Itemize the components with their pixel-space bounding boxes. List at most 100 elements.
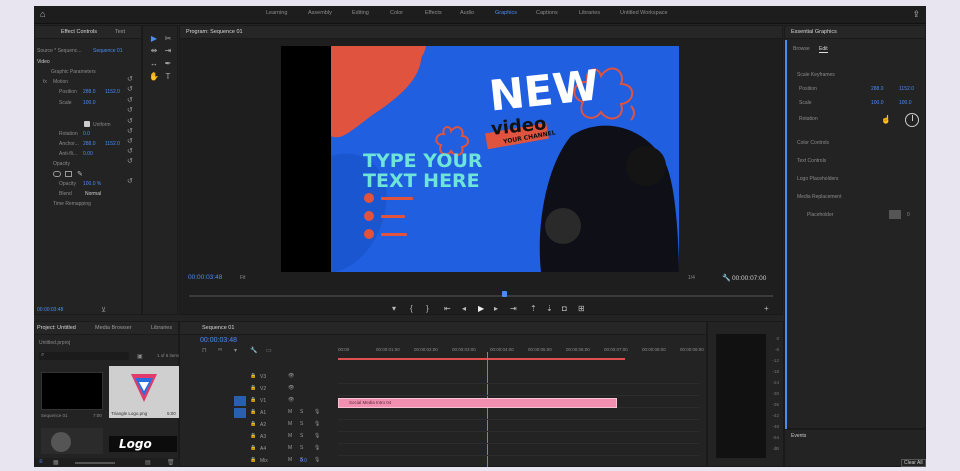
workspace-captions[interactable]: Captions [536,10,558,16]
media-thumbnail[interactable] [41,428,103,454]
fit-select[interactable]: Fit [240,275,246,281]
go-to-out-icon[interactable]: ⇥ [510,304,517,313]
mute-icon[interactable]: M [288,421,292,427]
mute-icon[interactable]: M [288,433,292,439]
anchor-x-value[interactable]: 288.0 [83,141,96,147]
program-tab[interactable]: Program: Sequence 01 [186,29,243,35]
media-replacement-section[interactable]: Media Replacement [797,194,841,200]
reset-icon[interactable]: ↺ [127,85,133,93]
reset-icon[interactable]: ↺ [127,127,133,135]
mic-icon[interactable]: 🎙 [314,409,320,415]
extract-icon[interactable]: ⇣ [546,304,553,313]
home-icon[interactable]: ⌂ [40,9,50,19]
tab-browse[interactable]: Browse [793,46,810,52]
slip-tool-icon[interactable]: ↔ [149,59,159,68]
rectangle-mask-icon[interactable] [65,171,72,177]
linked-selection-icon[interactable]: ∞ [218,347,222,353]
pen-mask-icon[interactable]: ✎ [77,170,83,178]
tab-libraries[interactable]: Libraries [151,325,172,331]
trash-icon[interactable]: 🗑 [167,459,175,466]
reset-icon[interactable]: ↺ [127,177,133,185]
hand-tool-icon[interactable]: ✋ [149,72,159,81]
type-tool-icon[interactable]: T [163,72,173,81]
source-patch[interactable] [234,396,246,406]
reset-icon[interactable]: ↺ [127,147,133,155]
comparison-icon[interactable]: ⊞ [578,304,585,313]
filter-icon[interactable]: ⊻ [101,306,106,314]
workspace-editing[interactable]: Editing [352,10,369,16]
track-label[interactable]: A1 [260,410,266,416]
opacity-section[interactable]: Opacity [53,161,70,167]
track-label[interactable]: A4 [260,446,266,452]
mute-icon[interactable]: M [288,445,292,451]
rotation-value[interactable]: 0.0 [83,131,90,137]
mark-out-icon[interactable]: } [426,304,429,313]
ellipse-mask-icon[interactable] [53,171,61,177]
tab-edit[interactable]: Edit [819,46,828,53]
lock-icon[interactable]: 🔒 [250,397,256,403]
sequence-thumbnail[interactable] [41,372,103,410]
track-label[interactable]: V2 [260,386,266,392]
tab-project[interactable]: Project: Untitled [37,325,76,331]
source-label[interactable]: Source * Sequenc... [37,48,81,54]
mark-in-icon[interactable]: { [410,304,413,313]
track-label[interactable]: A3 [260,434,266,440]
solo-icon[interactable]: S [300,445,303,451]
folder-icon[interactable]: ▣ [137,353,143,360]
ripple-edit-icon[interactable]: ⇹ [149,46,159,55]
eye-icon[interactable]: 👁 [288,397,294,403]
timeline-clip[interactable]: Social Media Intro 04 [338,398,617,408]
logo-card[interactable]: Logo [109,436,177,452]
time-remapping[interactable]: Time Remapping [53,201,91,207]
source-patch[interactable] [234,408,246,418]
track-label[interactable]: Mix [260,458,268,464]
antiflicker-value[interactable]: 0.00 [83,151,93,157]
text-controls-section[interactable]: Text Controls [797,158,826,164]
scrub-bar[interactable] [189,295,773,297]
go-to-in-icon[interactable]: ⇤ [444,304,451,313]
reset-icon[interactable]: ↺ [127,75,133,83]
sequence-label[interactable]: Sequence 01 [93,48,122,54]
logo-placeholders-section[interactable]: Logo Placeholders [797,176,838,182]
lock-icon[interactable]: 🔒 [250,457,256,463]
solo-icon[interactable]: S [300,409,303,415]
reset-icon[interactable]: ↺ [127,96,133,104]
workspace-audio[interactable]: Audio [460,10,474,16]
workspace-color[interactable]: Color [390,10,403,16]
tab-text[interactable]: Text [115,29,125,35]
work-area-bar[interactable] [338,358,625,360]
resolution-select[interactable]: 1/4 [688,275,695,281]
playhead-marker[interactable] [502,291,507,297]
play-icon[interactable]: ▶ [478,304,484,313]
eg-position-y[interactable]: 1152.0 [899,86,914,92]
mic-icon[interactable]: 🎙 [314,457,320,463]
project-search-input[interactable]: ⌕ [39,352,129,360]
opacity-value[interactable]: 100.0 % [83,181,101,187]
workspace-untitled[interactable]: Untitled Workspace [620,10,668,16]
tab-sequence[interactable]: Sequence 01 [202,325,234,331]
eg-scale-x[interactable]: 100.0 [871,100,884,106]
blend-mode-select[interactable]: Normal [85,191,101,197]
position-y-value[interactable]: 1152.0 [105,89,120,95]
rotation-dial[interactable] [905,113,919,127]
wrench-icon[interactable]: 🔧 [722,274,731,282]
sequence-item-name[interactable]: Sequence 01 [41,413,68,418]
zoom-slider[interactable] [75,462,115,464]
step-back-icon[interactable]: ◂ [462,304,466,313]
razor-icon[interactable]: ✂ [163,34,173,43]
captions-icon[interactable]: ▭ [266,347,272,354]
uniform-checkbox[interactable] [84,121,90,127]
new-bin-icon[interactable]: ▤ [145,459,151,466]
camera-icon[interactable]: ◘ [562,304,567,313]
logo-item-name[interactable]: Triangle Logo.png [111,411,147,416]
track-label[interactable]: V3 [260,374,266,380]
lock-icon[interactable]: 🔒 [250,421,256,427]
essential-graphics-title[interactable]: Essential Graphics [791,29,837,35]
tab-effect-controls[interactable]: Effect Controls [61,29,97,35]
solo-icon[interactable]: S [300,433,303,439]
graphic-parameters[interactable]: Graphic Parameters [51,69,96,75]
events-title[interactable]: Events [791,433,806,439]
lock-icon[interactable]: 🔒 [250,373,256,379]
reset-icon[interactable]: ↺ [127,137,133,145]
motion-label[interactable]: Motion [53,79,68,85]
